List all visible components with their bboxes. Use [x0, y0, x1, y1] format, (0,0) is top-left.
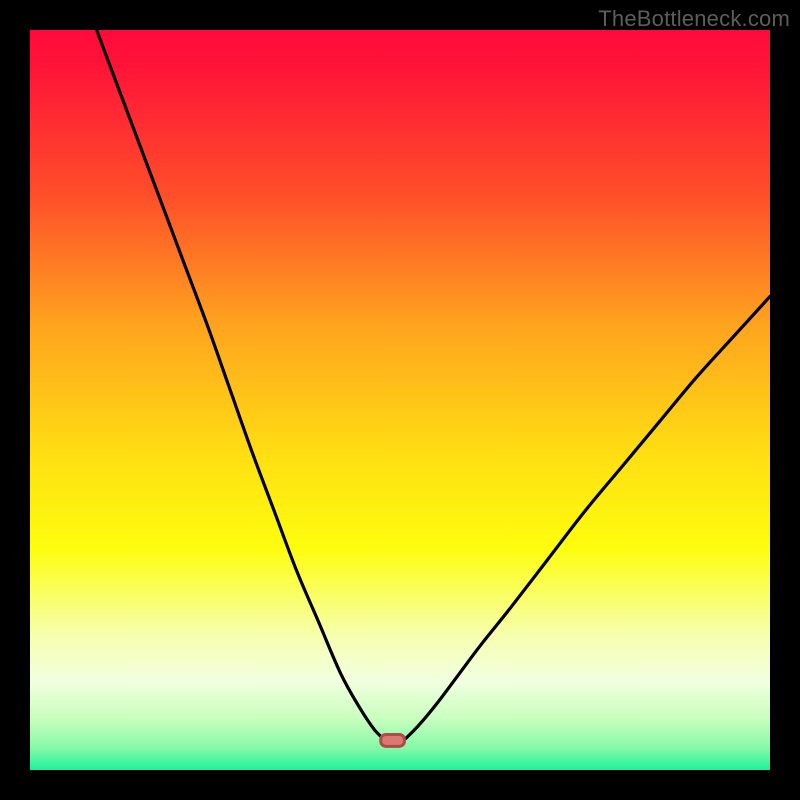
chart-frame: TheBottleneck.com — [0, 0, 800, 800]
bottleneck-chart — [30, 30, 770, 770]
watermark-text: TheBottleneck.com — [598, 6, 790, 32]
notch-marker — [381, 734, 405, 746]
plot-background — [30, 30, 770, 770]
